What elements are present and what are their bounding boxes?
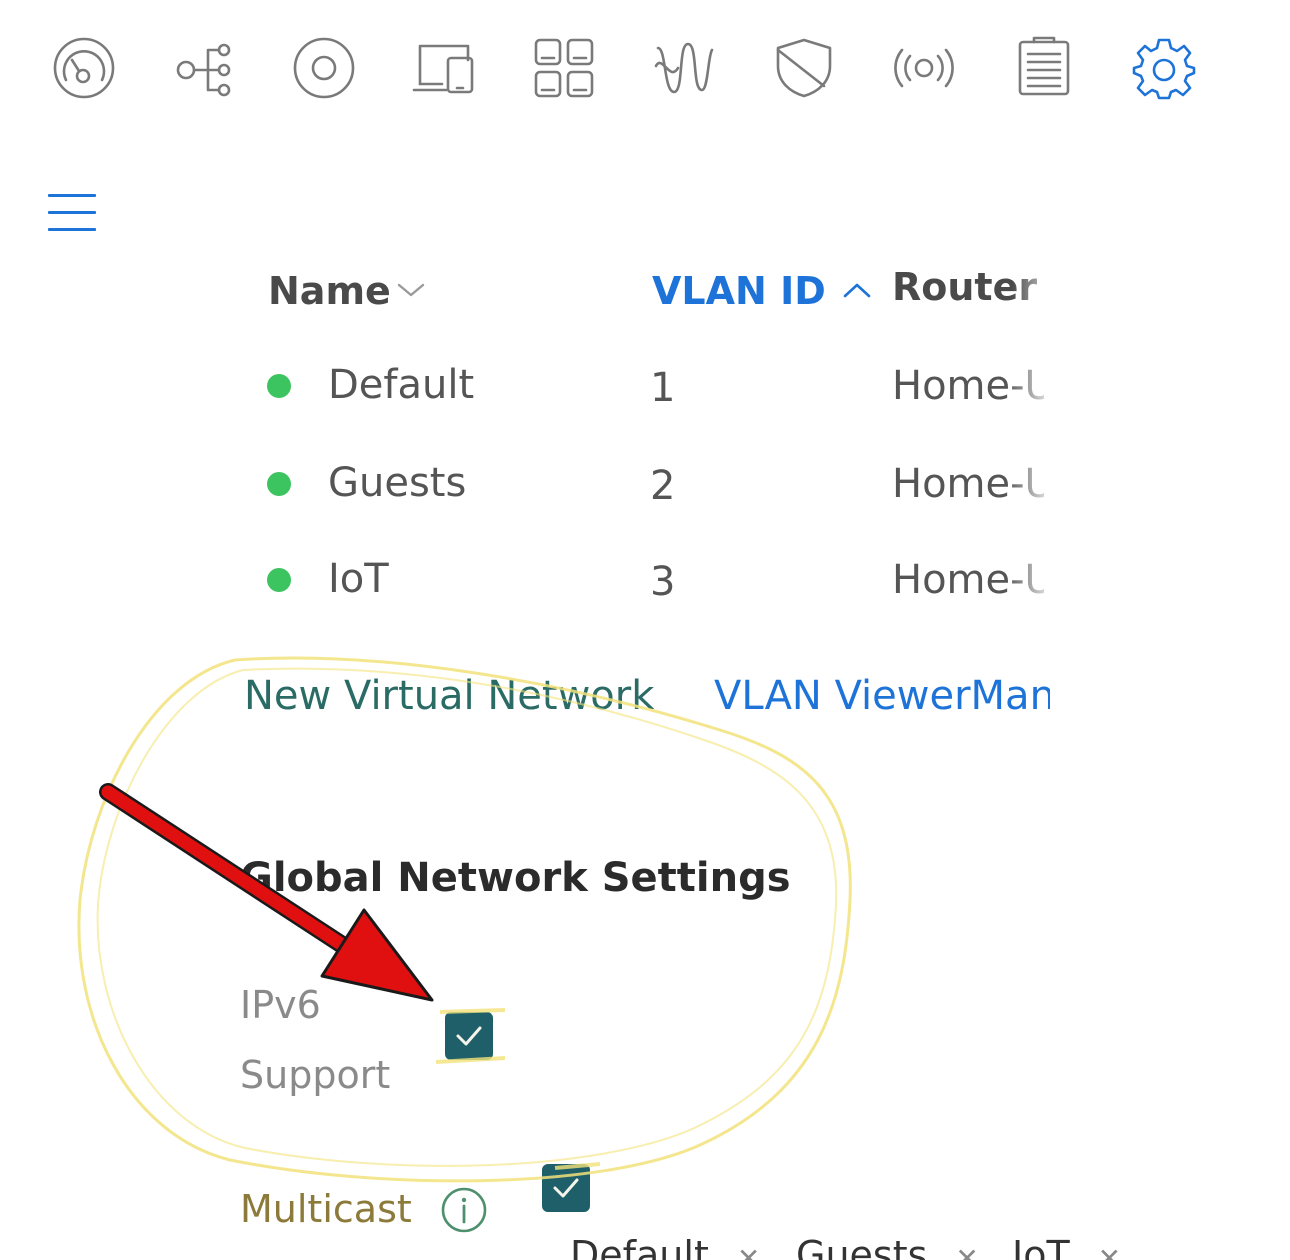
settings-gear-icon[interactable] [1132,36,1196,100]
column-header-name[interactable]: Name [268,272,391,310]
system-log-icon[interactable] [1012,36,1076,100]
chevron-up-icon[interactable] [842,280,872,300]
chip-label: IoT [1012,1233,1070,1260]
top-navigation-bar [0,0,1290,140]
chip-label: Guests [796,1233,928,1260]
client-devices-icon[interactable] [412,36,476,100]
column-header-router[interactable]: Router [892,268,1052,306]
wifi-broadcast-icon[interactable] [892,36,956,100]
network-name: IoT [328,556,389,602]
router-name: Home-UDM [892,560,1044,603]
router-cell-clip: Home-UDM [892,464,1044,514]
ipv6-support-checkbox[interactable] [445,1012,493,1060]
chip-label: Default [570,1233,709,1260]
vlan-viewer-manage-clip: VLAN ViewerManage [714,672,1050,724]
traffic-insights-icon[interactable] [652,36,716,100]
router-cell-clip: Home-UDM [892,560,1044,610]
highlight-annotation [77,656,852,1183]
multicast-checkbox[interactable] [542,1164,590,1212]
network-name: Default [328,362,475,408]
checkmark-icon [553,1178,579,1198]
remove-chip-icon[interactable]: ✕ [737,1242,760,1260]
global-network-settings-title: Global Network Settings [240,855,791,901]
remove-chip-icon[interactable]: ✕ [1098,1242,1121,1260]
status-dot-online [267,472,291,496]
multicast-chip-guests: Guests ✕ [796,1236,979,1260]
security-shield-icon[interactable] [772,36,836,100]
checkmark-icon [456,1026,482,1046]
network-name: Guests [328,460,467,506]
vlan-id: 1 [650,365,676,411]
topology-icon[interactable] [172,36,236,100]
multicast-chip-default: Default ✕ [570,1236,760,1260]
new-virtual-network-link[interactable]: New Virtual Network [244,676,654,716]
info-icon[interactable] [440,1186,488,1234]
manage-link-label[interactable]: Manage [971,673,1050,719]
column-header-vlan-id[interactable]: VLAN ID [652,272,826,310]
red-arrow-annotation [99,783,434,1002]
ipv6-label-line1: IPv6 [240,983,321,1027]
vlan-id: 3 [650,559,676,605]
statistics-grid-icon[interactable] [532,36,596,100]
multicast-chip-iot: IoT ✕ [1012,1236,1121,1260]
dashboard-gauge-icon[interactable] [52,36,116,100]
status-dot-online [267,568,291,592]
remove-chip-icon[interactable]: ✕ [955,1242,978,1260]
router-name: Home-UDM [892,366,1044,409]
vlan-viewer-label[interactable]: VLAN Viewer [714,673,971,719]
router-cell-clip: Home-UDM [892,366,1044,416]
ipv6-label-line2: Support [240,1053,391,1097]
settings-networks-screen: Name VLAN ID Router Default 1 Home-UDM G… [0,0,1290,1260]
chevron-down-icon[interactable] [396,280,426,300]
vlan-id: 2 [650,463,676,509]
router-name: Home-UDM [892,464,1044,507]
hamburger-menu-icon[interactable] [46,192,98,234]
vlan-viewer-link[interactable]: VLAN ViewerManage [714,676,1050,716]
multicast-label: Multicast [240,1187,412,1231]
column-header-router-clip: Router [892,268,1052,318]
unifi-devices-icon[interactable] [292,36,356,100]
status-dot-online [267,374,291,398]
